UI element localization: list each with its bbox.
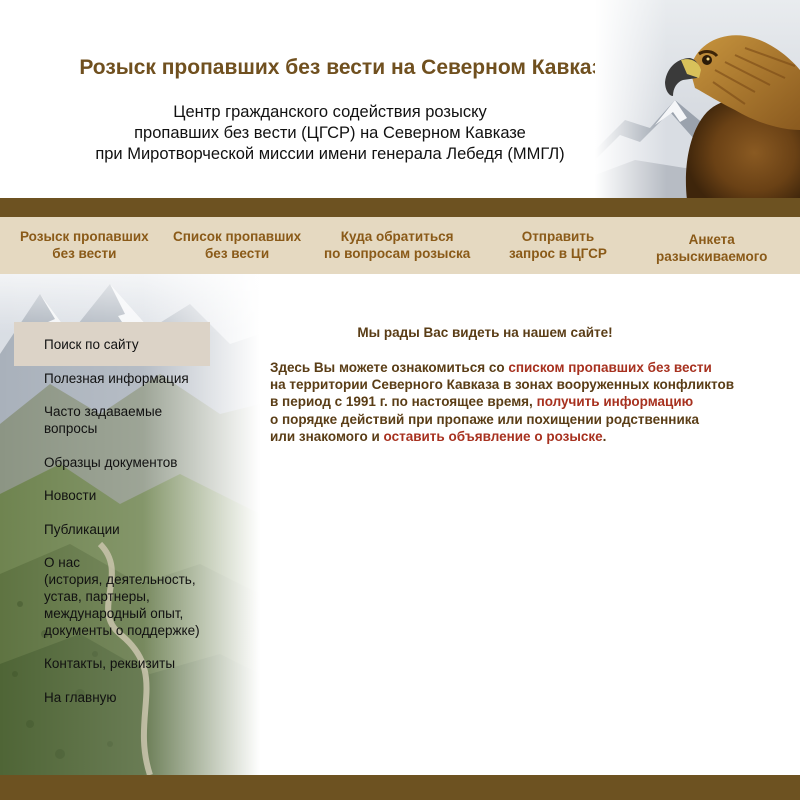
- main-nav: Розыск пропавших без вести Список пропав…: [0, 217, 800, 274]
- nav-label-line1: Розыск пропавших: [20, 229, 149, 244]
- intro-text-part: в период с 1991 г. по настоящее время,: [270, 394, 537, 410]
- nav-label-line2: по вопросам розыска: [324, 246, 471, 261]
- nav-where-to-apply[interactable]: Куда обратиться по вопросам розыска: [324, 228, 470, 262]
- organization-description: Центр гражданского содействия розыску пр…: [0, 102, 660, 165]
- nav-label-line2: без вести: [52, 246, 117, 261]
- site-title: Розыск пропавших без вести на Северном К…: [79, 56, 614, 79]
- menu-item-label: вопросы: [44, 421, 98, 436]
- menu-item-publications[interactable]: Публикации: [44, 521, 120, 538]
- intro-text-part: Здесь Вы можете ознакомиться со: [270, 360, 509, 375]
- intro-text: Здесь Вы можете ознакомиться со списком …: [270, 359, 790, 445]
- site-header: Розыск пропавших без вести на Северном К…: [0, 0, 800, 200]
- menu-item-home[interactable]: На главную: [44, 689, 117, 706]
- menu-item-label: устав, партнеры,: [44, 589, 150, 604]
- menu-item-label: Новости: [44, 488, 97, 503]
- footer-bar: [0, 775, 800, 800]
- missing-list-link[interactable]: списком пропавших без вести: [508, 360, 711, 375]
- nav-send-request[interactable]: Отправить запрос в ЦГСР: [509, 228, 607, 262]
- menu-item-label: О нас: [44, 555, 80, 570]
- menu-item-label: Образцы документов: [44, 455, 178, 470]
- menu-item-document-samples[interactable]: Образцы документов: [44, 454, 177, 471]
- nav-search-missing[interactable]: Розыск пропавших без вести: [20, 228, 149, 262]
- menu-item-label: На главную: [44, 690, 117, 705]
- get-information-link[interactable]: получить информацию: [537, 394, 694, 409]
- menu-item-label: (история, деятельность,: [44, 572, 196, 587]
- menu-item-contacts[interactable]: Контакты, реквизиты: [44, 655, 175, 672]
- nav-missing-person-form[interactable]: Анкета разыскиваемого: [656, 231, 767, 265]
- nav-label-line1: Анкета: [688, 232, 735, 247]
- menu-item-label: Полезная информация: [44, 371, 189, 386]
- menu-item-useful-info[interactable]: Полезная информация: [44, 370, 189, 387]
- menu-item-site-search[interactable]: Поиск по сайту: [44, 336, 139, 353]
- nav-label-line2: запрос в ЦГСР: [509, 246, 607, 261]
- menu-item-news[interactable]: Новости: [44, 487, 96, 504]
- welcome-heading: Мы рады Вас видеть на нашем сайте!: [357, 325, 613, 340]
- menu-item-label: Контакты, реквизиты: [44, 656, 176, 671]
- nav-missing-list[interactable]: Список пропавших без вести: [173, 228, 301, 262]
- intro-text-part: о порядке действий при пропаже или похищ…: [270, 411, 700, 427]
- menu-item-label: Часто задаваемые: [44, 404, 163, 419]
- nav-label-line2: без вести: [204, 246, 270, 261]
- org-desc-line: пропавших без вести (ЦГСР) на Северном К…: [134, 124, 526, 142]
- intro-text-part: на территории Северного Кавказа в зонах …: [270, 377, 735, 393]
- intro-text-part: .: [602, 428, 607, 444]
- nav-label-line1: Список пропавших: [173, 229, 302, 244]
- eagle-image: [595, 0, 800, 200]
- menu-item-about-us[interactable]: О нас (история, деятельность, устав, пар…: [44, 554, 200, 639]
- menu-item-label: международный опыт,: [44, 606, 184, 621]
- menu-item-faq[interactable]: Часто задаваемые вопросы: [44, 403, 162, 437]
- menu-item-label: Поиск по сайту: [44, 337, 139, 352]
- org-desc-line: при Миротворческой миссии имени генерала…: [95, 145, 565, 163]
- nav-label-line1: Куда обратиться: [340, 229, 454, 244]
- header-divider-bar: [0, 198, 800, 217]
- menu-item-label: документы о поддержке): [44, 623, 200, 638]
- menu-item-label: Публикации: [44, 522, 120, 537]
- post-search-notice-link[interactable]: оставить объявление о розыске: [384, 429, 603, 444]
- intro-text-part: или знакомого и: [270, 428, 384, 444]
- nav-label-line2: разыскиваемого: [656, 249, 768, 264]
- nav-label-line1: Отправить: [521, 229, 595, 244]
- org-desc-line: Центр гражданского содействия розыску: [173, 103, 487, 121]
